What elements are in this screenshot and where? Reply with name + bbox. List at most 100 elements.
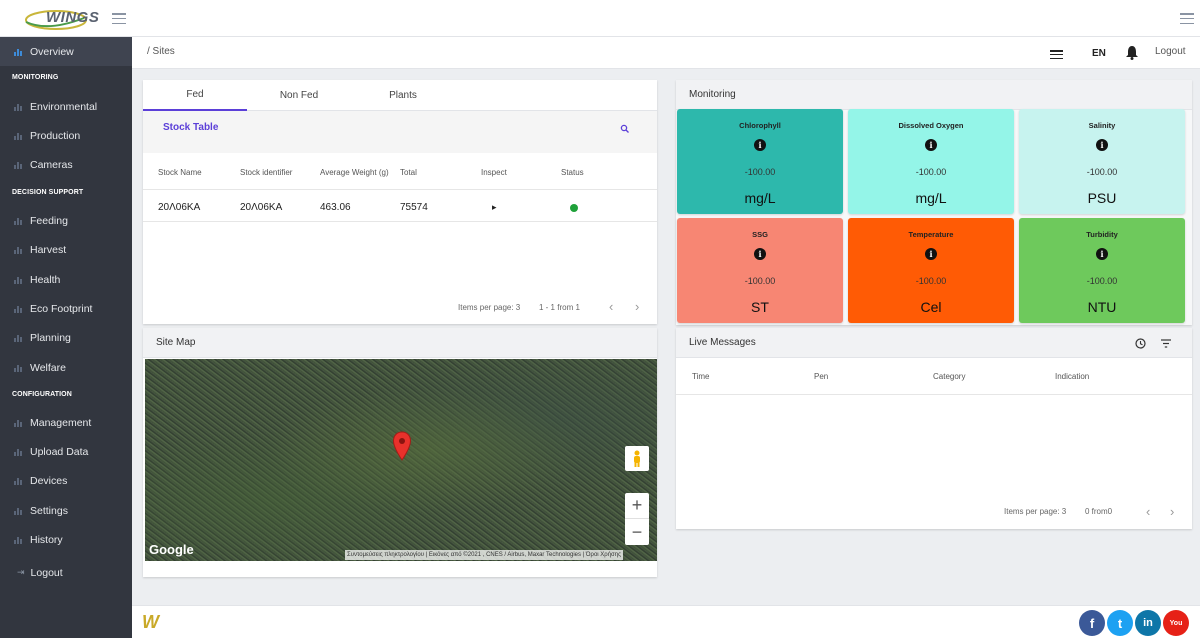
sidebar-item-label: Overview xyxy=(30,45,74,58)
sidebar-section-configuration: CONFIGURATION xyxy=(12,391,72,398)
stock-tabs: Fed Non Fed Plants xyxy=(143,80,657,111)
clock-icon[interactable] xyxy=(1135,338,1146,349)
prev-page-icon[interactable]: ‹ xyxy=(1146,504,1150,519)
tile-title: Turbidity xyxy=(1086,230,1118,239)
live-messages-title: Live Messages xyxy=(689,337,756,348)
info-icon[interactable]: i xyxy=(925,139,937,151)
items-per-page[interactable]: Items per page: 3 xyxy=(1004,507,1066,516)
live-messages-header: Live Messages xyxy=(676,328,1192,358)
chart-icon xyxy=(14,477,23,485)
sidebar-item-eco-footprint[interactable]: Eco Footprint xyxy=(0,294,132,323)
info-icon[interactable]: i xyxy=(754,248,766,260)
twitter-icon[interactable]: t xyxy=(1107,610,1133,636)
chart-icon xyxy=(14,334,23,342)
sidebar-item-label: Upload Data xyxy=(30,445,89,458)
sidebar-item-environmental[interactable]: Environmental xyxy=(0,92,132,121)
stock-table-title: Stock Table xyxy=(163,122,219,133)
sidebar-item-label: Production xyxy=(30,129,81,142)
sidebar-item-overview[interactable]: Overview xyxy=(0,37,132,66)
satellite-map[interactable]: + − Google Συντομεύσεις πληκτρολογίου | … xyxy=(145,359,657,561)
tile-value: -100.00 xyxy=(1086,167,1118,177)
sidebar-logout[interactable]: ⇥ Logout xyxy=(0,558,132,587)
sidebar-item-upload-data[interactable]: Upload Data xyxy=(0,437,132,466)
sidebar-item-devices[interactable]: Devices xyxy=(0,466,132,495)
sidebar-item-settings[interactable]: Settings xyxy=(0,496,132,525)
tile-ssg[interactable]: SSG i -100.00 ST xyxy=(677,218,843,323)
sidebar-item-feeding[interactable]: Feeding xyxy=(0,206,132,235)
sidebar-item-label: History xyxy=(30,533,63,546)
filter-icon[interactable] xyxy=(1161,339,1171,348)
monitoring-title: Monitoring xyxy=(689,89,736,100)
info-icon[interactable]: i xyxy=(925,248,937,260)
inspect-play-icon[interactable]: ▸ xyxy=(492,202,497,213)
site-map-header: Site Map xyxy=(143,328,657,358)
footer: W f t in You xyxy=(132,605,1200,638)
tile-value: -100.00 xyxy=(744,167,776,177)
sidebar-item-planning[interactable]: Planning xyxy=(0,323,132,352)
logout-icon: ⇥ xyxy=(17,567,25,577)
info-icon[interactable]: i xyxy=(1096,248,1108,260)
tile-dissolved-oxygen[interactable]: Dissolved Oxygen i -100.00 mg/L xyxy=(848,109,1014,214)
chart-icon xyxy=(14,246,23,254)
zoom-in-button[interactable]: + xyxy=(625,493,649,519)
map-attribution[interactable]: Συντομεύσεις πληκτρολογίου | Εικόνες από… xyxy=(345,550,623,560)
sidebar-item-label: Management xyxy=(30,416,92,429)
chart-icon xyxy=(14,132,23,140)
column-header[interactable]: Time xyxy=(692,372,709,381)
sidebar-item-health[interactable]: Health xyxy=(0,265,132,294)
info-icon[interactable]: i xyxy=(1096,139,1108,151)
next-page-icon[interactable]: › xyxy=(635,299,639,314)
column-header[interactable]: Pen xyxy=(814,372,828,381)
tile-value: -100.00 xyxy=(915,276,947,286)
divider xyxy=(143,221,657,222)
list-menu-icon[interactable] xyxy=(1050,50,1063,59)
search-icon[interactable] xyxy=(620,124,630,134)
tab-fed[interactable]: Fed xyxy=(143,80,247,111)
tile-chlorophyll[interactable]: Chlorophyll i -100.00 mg/L xyxy=(677,109,843,214)
column-header[interactable]: Total xyxy=(400,168,417,177)
facebook-icon[interactable]: f xyxy=(1079,610,1105,636)
tab-plants[interactable]: Plants xyxy=(351,80,455,111)
column-header[interactable]: Stock identifier xyxy=(240,168,292,177)
linkedin-icon[interactable]: in xyxy=(1135,610,1161,636)
info-icon[interactable]: i xyxy=(754,139,766,151)
sidebar-item-management[interactable]: Management xyxy=(0,408,132,437)
language-selector[interactable]: EN xyxy=(1092,48,1106,59)
sidebar-item-label: Health xyxy=(30,273,61,286)
menu-button[interactable] xyxy=(1180,13,1194,24)
tile-salinity[interactable]: Salinity i -100.00 PSU xyxy=(1019,109,1185,214)
tab-non-fed[interactable]: Non Fed xyxy=(247,80,351,111)
map-pin-icon[interactable] xyxy=(392,431,412,461)
tile-title: Chlorophyll xyxy=(739,121,781,130)
sidebar-item-cameras[interactable]: Cameras xyxy=(0,150,132,179)
youtube-icon[interactable]: You xyxy=(1163,610,1189,636)
wings-logo[interactable]: WINGS xyxy=(18,6,99,32)
next-page-icon[interactable]: › xyxy=(1170,504,1174,519)
sidebar-item-label: Feeding xyxy=(30,214,68,227)
monitoring-header: Monitoring xyxy=(676,80,1192,110)
column-header[interactable]: Average Weight (g) xyxy=(320,168,389,177)
sidebar-item-welfare[interactable]: Welfare xyxy=(0,353,132,382)
chart-icon xyxy=(14,448,23,456)
sidebar-item-harvest[interactable]: Harvest xyxy=(0,235,132,264)
footer-logo[interactable]: W xyxy=(142,612,159,633)
logout-link[interactable]: Logout xyxy=(1155,46,1186,57)
column-header[interactable]: Stock Name xyxy=(158,168,202,177)
column-header[interactable]: Category xyxy=(933,372,965,381)
site-map-title: Site Map xyxy=(156,337,196,348)
sidebar-item-production[interactable]: Production xyxy=(0,121,132,150)
tile-value: -100.00 xyxy=(915,167,947,177)
sidebar-item-history[interactable]: History xyxy=(0,525,132,554)
sidebar-section-monitoring: MONITORING xyxy=(12,74,59,81)
tile-turbidity[interactable]: Turbidity i -100.00 NTU xyxy=(1019,218,1185,323)
tile-temperature[interactable]: Temperature i -100.00 Cel xyxy=(848,218,1014,323)
column-header[interactable]: Indication xyxy=(1055,372,1089,381)
prev-page-icon[interactable]: ‹ xyxy=(609,299,613,314)
sidebar-toggle-button[interactable] xyxy=(112,13,126,24)
items-per-page[interactable]: Items per page: 3 xyxy=(458,303,520,312)
chart-icon xyxy=(14,276,23,284)
street-view-pegman-icon[interactable] xyxy=(625,446,649,471)
status-indicator xyxy=(570,204,578,212)
zoom-out-button[interactable]: − xyxy=(625,519,649,545)
bell-icon[interactable] xyxy=(1125,45,1139,60)
